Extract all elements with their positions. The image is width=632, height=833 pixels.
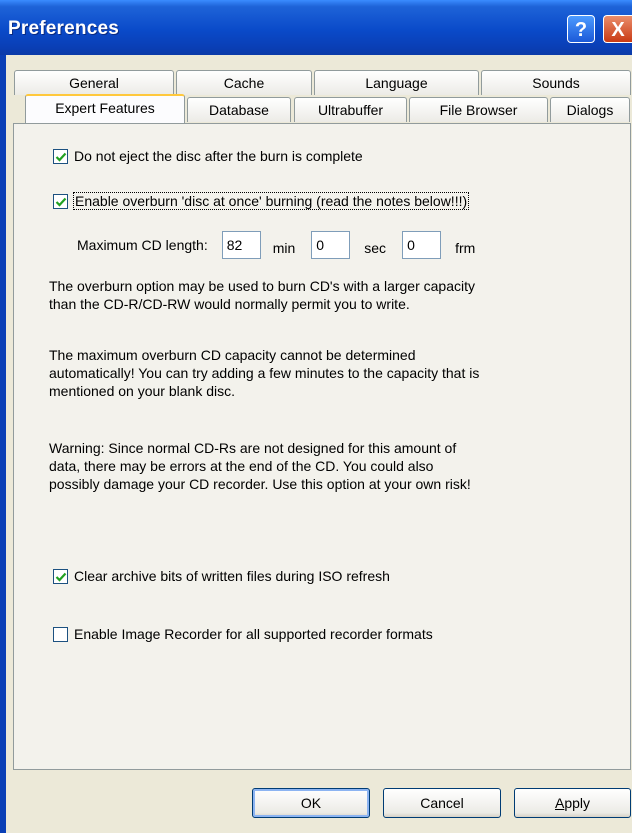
tab-expert-features[interactable]: Expert Features — [25, 94, 185, 123]
tab-ultrabuffer[interactable]: Ultrabuffer — [294, 97, 407, 122]
note-line: possibly damage your CD recorder. Use th… — [49, 476, 471, 492]
clear-archive-checkbox[interactable] — [53, 568, 68, 584]
help-icon: ? — [574, 19, 588, 41]
help-button[interactable]: ? — [567, 15, 595, 43]
note-line: than the CD-R/CD-RW would normally permi… — [49, 296, 410, 312]
tab-cache[interactable]: Cache — [176, 70, 312, 95]
frames-input[interactable]: 0 — [402, 231, 442, 259]
close-icon: X — [611, 19, 625, 41]
cancel-button[interactable]: Cancel — [383, 788, 501, 818]
option-image-recorder[interactable]: Enable Image Recorder for all supported … — [53, 626, 433, 642]
tab-file-browser[interactable]: File Browser — [409, 97, 548, 122]
close-button[interactable]: X — [603, 15, 632, 43]
no-eject-checkbox[interactable] — [53, 148, 68, 164]
tab-sounds[interactable]: Sounds — [481, 70, 631, 95]
minutes-unit: min — [272, 240, 296, 256]
tab-row-back: General Cache Language Sounds — [13, 70, 631, 95]
note-line: The maximum overburn CD capacity cannot … — [49, 347, 416, 363]
overburn-note-2: The maximum overburn CD capacity cannot … — [49, 346, 609, 400]
checkmark-icon — [55, 152, 67, 162]
max-cd-length-row: Maximum CD length: 82 min 0 sec 0 frm — [77, 231, 475, 259]
overburn-note-1: The overburn option may be used to burn … — [49, 277, 609, 313]
ok-button[interactable]: OK — [252, 788, 370, 818]
option-clear-archive[interactable]: Clear archive bits of written files duri… — [53, 568, 390, 584]
tab-language[interactable]: Language — [314, 70, 479, 95]
checkmark-icon — [55, 197, 67, 207]
image-recorder-label: Enable Image Recorder for all supported … — [74, 626, 433, 642]
option-no-eject[interactable]: Do not eject the disc after the burn is … — [53, 148, 363, 164]
apply-label-rest: pply — [564, 795, 591, 811]
note-line: The overburn option may be used to burn … — [49, 278, 476, 294]
preferences-dialog: Preferences ? X General Cache Language S… — [0, 0, 632, 833]
seconds-input[interactable]: 0 — [311, 231, 351, 259]
no-eject-label: Do not eject the disc after the burn is … — [74, 148, 363, 164]
overburn-checkbox[interactable] — [53, 193, 68, 209]
note-line: data, there may be errors at the end of … — [49, 458, 434, 474]
window-border — [0, 55, 6, 833]
minutes-input[interactable]: 82 — [221, 231, 261, 259]
note-line: Warning: Since normal CD-Rs are not desi… — [49, 440, 457, 456]
note-line: automatically! You can try adding a few … — [49, 365, 480, 381]
checkmark-icon — [55, 572, 67, 582]
overburn-warning: Warning: Since normal CD-Rs are not desi… — [49, 439, 609, 493]
tab-database[interactable]: Database — [187, 97, 291, 122]
tab-row-front: Expert Features Database Ultrabuffer Fil… — [13, 94, 631, 126]
overburn-label: Enable overburn 'disc at once' burning (… — [72, 192, 470, 210]
option-overburn[interactable]: Enable overburn 'disc at once' burning (… — [53, 192, 470, 210]
frames-unit: frm — [455, 240, 476, 256]
window-title: Preferences — [8, 18, 119, 39]
clear-archive-label: Clear archive bits of written files duri… — [74, 568, 390, 584]
tab-general[interactable]: General — [14, 70, 174, 95]
tab-dialogs[interactable]: Dialogs — [550, 97, 630, 122]
apply-mnemonic: A — [554, 795, 565, 811]
title-bar[interactable]: Preferences ? X — [0, 0, 632, 55]
apply-button[interactable]: Apply — [514, 788, 631, 818]
note-line: mentioned on your blank disc. — [49, 383, 235, 399]
max-cd-length-label: Maximum CD length: — [77, 237, 208, 253]
image-recorder-checkbox[interactable] — [53, 626, 68, 642]
seconds-unit: sec — [364, 240, 387, 256]
